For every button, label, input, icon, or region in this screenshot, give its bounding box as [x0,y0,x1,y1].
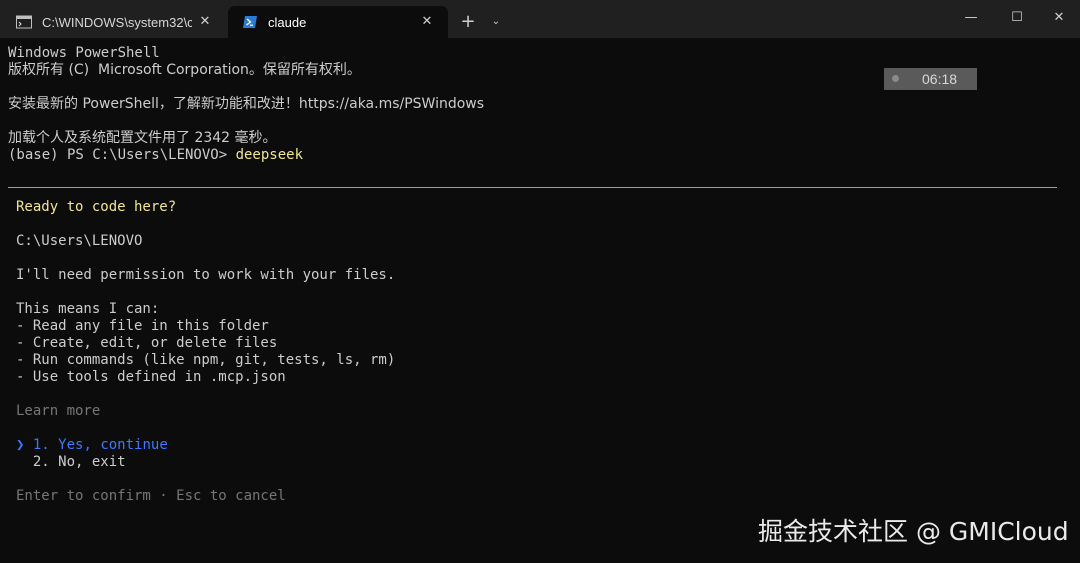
option-label: No, exit [58,454,126,470]
terminal-output[interactable]: Windows PowerShell 版权所有 (C) Microsoft Co… [0,38,1080,563]
title-bar: C:\WINDOWS\system32\cn ✕ claude ✕ + ⌄ — … [0,0,1080,38]
close-tab-cmd-icon[interactable]: ✕ [196,13,214,31]
maximize-button[interactable]: ☐ [994,0,1040,36]
shell-header: Windows PowerShell [8,45,160,61]
watermark: 掘金技术社区 @ GMICloud [758,517,1069,546]
cmd-icon [16,15,32,29]
shell-install-tip: 安装最新的 PowerShell，了解新功能和改进！https://aka.ms… [8,96,485,112]
option-yes-continue[interactable]: ❯ 1. Yes, continue [16,437,168,454]
shell-copyright: 版权所有 (C) Microsoft Corporation。保留所有权利。 [8,62,361,78]
panel-path: C:\Users\LENOVO [16,233,143,249]
minimize-button[interactable]: — [948,0,994,36]
panel-heading: Ready to code here? [16,199,177,215]
close-tab-claude-icon[interactable]: ✕ [418,13,436,31]
panel-footer-hint: Enter to confirm · Esc to cancel [16,488,286,504]
terminal-window: C:\WINDOWS\system32\cn ✕ claude ✕ + ⌄ — … [0,0,1080,563]
capability-item: - Use tools defined in .mcp.json [16,369,286,385]
clock-time: 06:18 [922,71,958,87]
shell-profile-load: 加载个人及系统配置文件用了 2342 毫秒。 [8,130,277,146]
chevron-down-icon[interactable]: ⌄ [486,8,506,36]
tab-claude-title: claude [268,14,307,30]
capability-item: - Run commands (like npm, git, tests, ls… [16,352,396,368]
powershell-icon [243,16,257,28]
panel-permission-text: I'll need permission to work with your f… [16,267,396,283]
selector-icon: ❯ [16,437,25,453]
option-no-exit[interactable]: 2. No, exit [16,454,126,471]
shell-prompt-line: (base) PS C:\Users\LENOVO> deepseek [8,147,303,164]
new-tab-button[interactable]: + [456,8,480,36]
capability-item: - Read any file in this folder [16,318,269,334]
panel-divider [8,187,1057,188]
close-window-button[interactable]: ✕ [1036,0,1080,36]
option-number: 2. [32,454,50,470]
option-label: Yes, continue [58,437,168,453]
tab-cmd[interactable]: C:\WINDOWS\system32\cn ✕ [2,6,226,38]
clock-icon [892,75,899,82]
shell-command: deepseek [235,147,304,163]
tab-cmd-title: C:\WINDOWS\system32\cn [42,14,192,30]
capability-item: - Create, edit, or delete files [16,335,278,351]
tab-claude[interactable]: claude ✕ [228,6,448,38]
panel-means-text: This means I can: [16,301,160,317]
learn-more-link[interactable]: Learn more [16,403,100,420]
option-number: 1. [32,437,50,453]
shell-prompt: (base) PS C:\Users\LENOVO> [8,147,236,163]
clock-overlay: 06:18 [884,68,977,90]
